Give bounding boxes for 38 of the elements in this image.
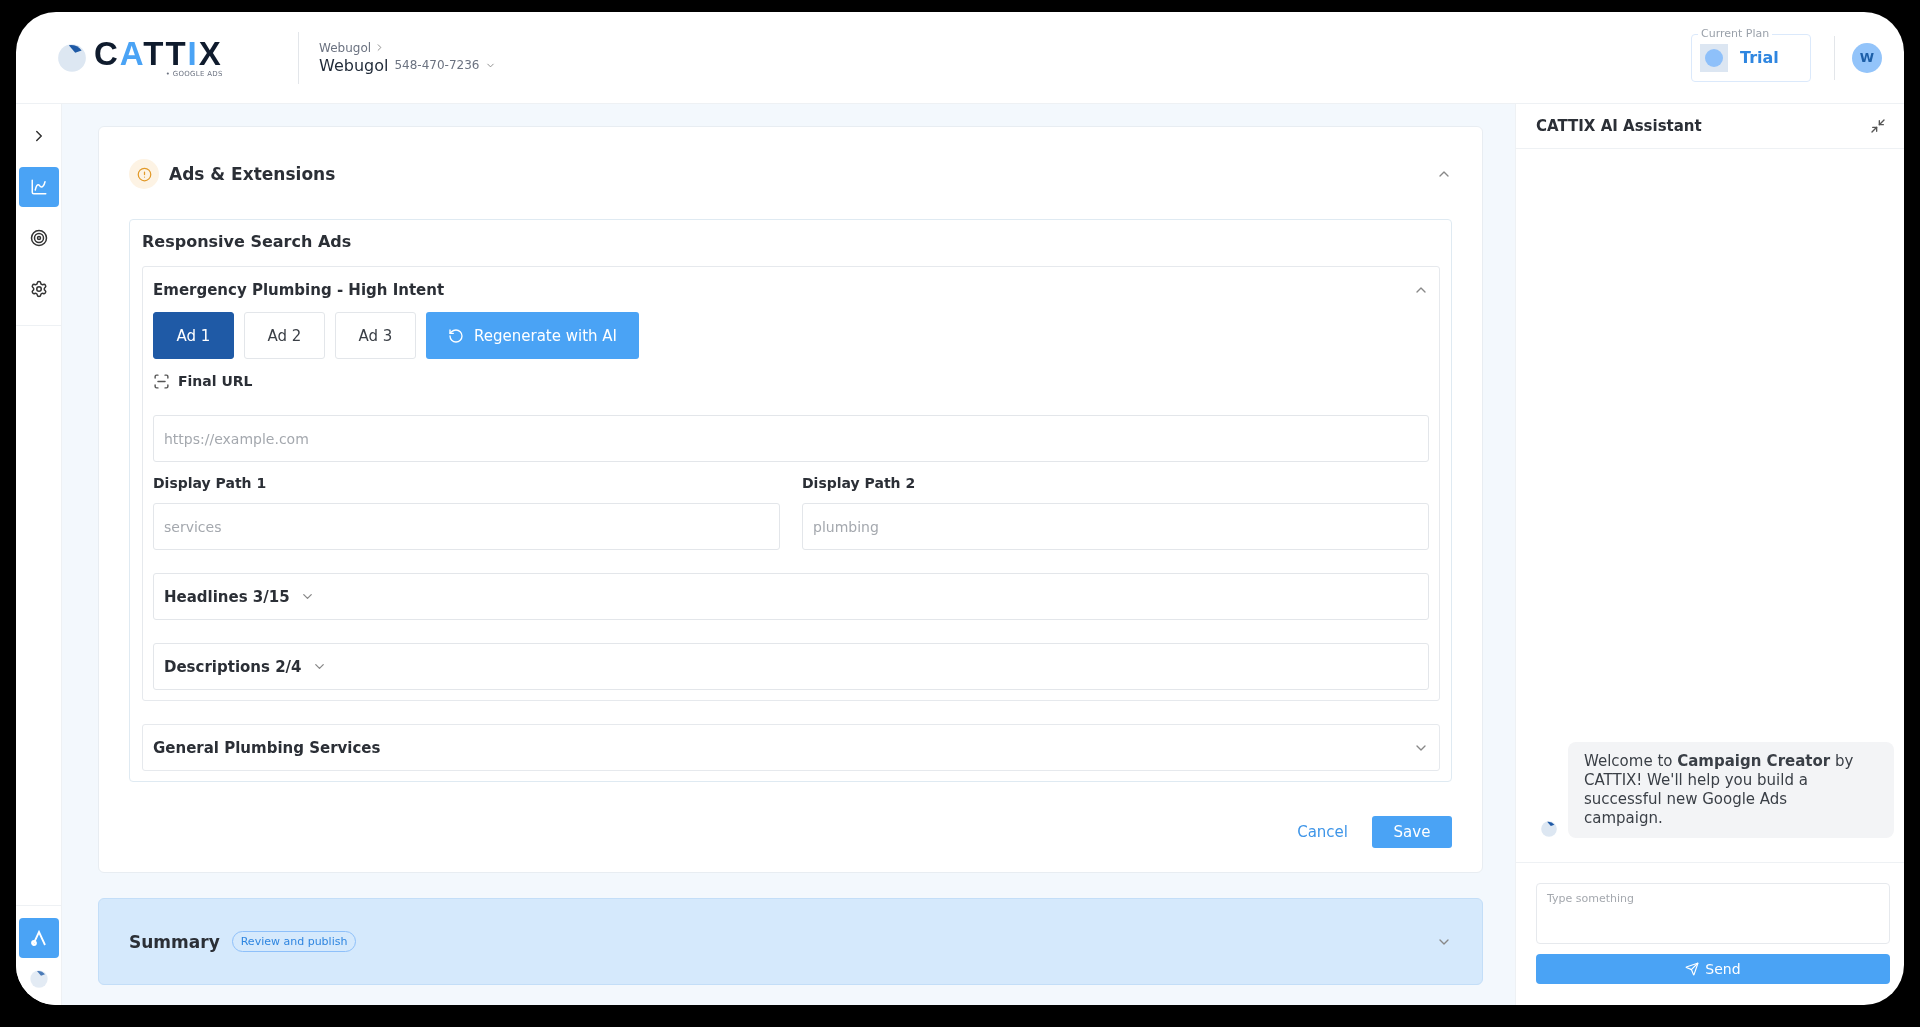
ads-icon[interactable] xyxy=(18,918,59,958)
account-name[interactable]: Webugol xyxy=(319,55,389,75)
logo-icon xyxy=(56,41,88,74)
summary-title: Summary xyxy=(129,931,220,952)
summary-bar[interactable]: Summary Review and publish xyxy=(98,898,1483,985)
collapsible-section[interactable]: Descriptions 2/4 xyxy=(153,643,1429,690)
ad-tab[interactable]: Ad 1 xyxy=(153,312,234,359)
send-icon xyxy=(1685,962,1700,976)
plan-label: Current Plan xyxy=(1698,26,1773,40)
panel-title: Responsive Search Ads xyxy=(142,232,353,251)
chat-message: Welcome to Campaign Creator by CATTIX! We'll help you build a successful new Google Ads campaign. xyxy=(1568,742,1894,838)
refresh-icon xyxy=(448,327,464,344)
field-label: Final URL xyxy=(178,373,253,389)
field-label: Display Path 2 xyxy=(802,475,917,491)
ad-tab[interactable]: Ad 2 xyxy=(244,312,325,359)
message-field[interactable]: Type something xyxy=(1536,883,1890,944)
logo-icon xyxy=(1540,820,1558,838)
assistant-title: CATTIX AI Assistant xyxy=(1536,117,1702,135)
path-field[interactable]: plumbing xyxy=(802,503,1429,550)
warning-icon xyxy=(129,159,159,189)
ad-tab[interactable]: Ad 3 xyxy=(335,312,416,359)
account-id: 548-470-7236 xyxy=(394,58,480,72)
ad-group-name: General Plumbing Services xyxy=(153,738,381,757)
breadcrumb-parent[interactable]: Webugol xyxy=(319,40,372,55)
plan-name: Trial xyxy=(1740,48,1779,67)
chart-icon[interactable] xyxy=(18,167,59,207)
path-field[interactable]: services xyxy=(153,503,780,550)
ad-group-name: Emergency Plumbing - High Intent xyxy=(153,281,445,299)
section-title: Ads & Extensions xyxy=(169,164,336,184)
field-label: Display Path 1 xyxy=(153,475,268,491)
user-avatar[interactable]: W xyxy=(1852,42,1882,73)
logo-icon xyxy=(28,969,49,989)
minimize-icon[interactable] xyxy=(1870,118,1886,134)
collapsible-section[interactable]: Headlines 3/15 xyxy=(153,573,1429,620)
plan-icon xyxy=(1700,43,1728,72)
url-field[interactable]: https://example.com xyxy=(153,415,1429,462)
brand-name: CATTIX xyxy=(94,37,223,70)
ad-group-header[interactable]: Emergency Plumbing - High Intent xyxy=(153,277,1429,303)
